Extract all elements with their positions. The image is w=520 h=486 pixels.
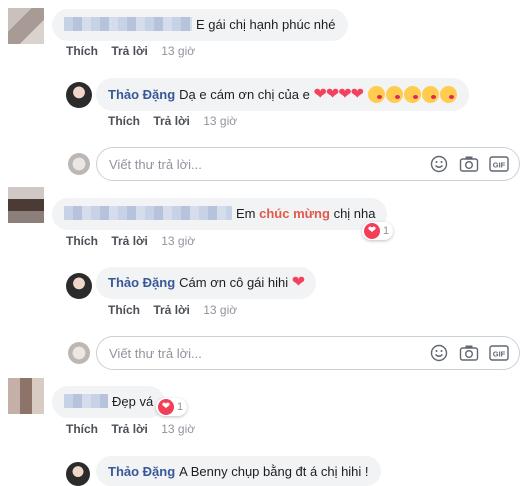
avatar[interactable] [8, 187, 44, 223]
like-link[interactable]: Thích [108, 303, 140, 317]
reaction-badge[interactable]: ❤ 1 [362, 222, 394, 240]
kiss-face-icon [403, 86, 421, 103]
comment-bubble: Đẹp vá [52, 386, 166, 418]
reply-2 [66, 273, 92, 299]
avatar[interactable] [8, 378, 44, 414]
heart-icon: ❤ [158, 399, 174, 415]
reaction-count: 1 [177, 401, 184, 413]
gif-icon[interactable]: GIF [489, 343, 509, 363]
author-name[interactable]: Thảo Đặng [108, 464, 175, 479]
timestamp[interactable]: 13 giờ [161, 44, 195, 58]
comment-text: Cám ơn cô gái hihi [179, 275, 289, 290]
reply-tools: GIF [429, 343, 519, 363]
heart-icon: ❤ [291, 274, 305, 291]
reply-link[interactable]: Trả lời [111, 44, 148, 58]
comment-3 [8, 378, 44, 414]
comment-1 [8, 8, 44, 44]
timestamp[interactable]: 13 giờ [161, 422, 195, 436]
author-name[interactable]: Thảo Đặng [108, 275, 175, 290]
avatar [68, 153, 90, 175]
like-link[interactable]: Thích [66, 44, 98, 58]
gif-icon[interactable]: GIF [489, 154, 509, 174]
comment-actions: Thích Trả lời 13 giờ [66, 422, 205, 436]
comment-text: Đẹp vá [112, 394, 154, 409]
kiss-face-icon [385, 86, 403, 103]
like-link[interactable]: Thích [66, 234, 98, 248]
comment-bubble: Thảo Đặng Cám ơn cô gái hihi ❤ [96, 267, 317, 299]
author-name[interactable]: Thảo Đặng [108, 87, 175, 102]
avatar[interactable] [66, 82, 92, 108]
comment-actions: Thích Trả lời 13 giờ [66, 234, 205, 248]
comment-text: E gái chị hạnh phúc nhé [196, 17, 336, 32]
comment-3-body: Đẹp vá [52, 386, 166, 418]
comment-actions: Thích Trả lời 13 giờ [66, 44, 205, 58]
svg-text:GIF: GIF [493, 161, 506, 170]
like-link[interactable]: Thích [66, 422, 98, 436]
blurred-author-name[interactable] [64, 394, 108, 408]
comment-actions: Thích Trả lời 13 giờ [108, 114, 247, 128]
avatar[interactable] [8, 8, 44, 44]
reply-1-body: Thảo Đặng Dạ e cám ơn chị của e ❤❤❤❤ [96, 78, 469, 111]
reply-1 [66, 82, 92, 108]
blurred-author-name[interactable] [64, 206, 232, 220]
comment-bubble: E gái chị hạnh phúc nhé [52, 9, 348, 41]
comment-2 [8, 187, 44, 223]
comment-text-suffix: chị nha [333, 206, 376, 221]
comment-text: A Benny chụp bằng đt á chị hihi ! [179, 464, 369, 479]
comment-text-prefix: Em [236, 206, 256, 221]
comment-bubble: Thảo Đặng Dạ e cám ơn chị của e ❤❤❤❤ [96, 78, 469, 111]
reply-box[interactable]: GIF [96, 147, 520, 181]
heart-icon: ❤ [364, 223, 380, 239]
camera-icon[interactable] [459, 343, 479, 363]
comment-text: Dạ e cám ơn chị của e [179, 87, 310, 102]
comment-2-body: Em chúc mừng chị nha [52, 198, 388, 230]
reply-link[interactable]: Trả lời [153, 114, 190, 128]
timestamp[interactable]: 13 giờ [203, 303, 237, 317]
avatar[interactable] [66, 462, 90, 486]
emoji-icon[interactable] [429, 154, 449, 174]
reply-link[interactable]: Trả lời [111, 422, 148, 436]
like-link[interactable]: Thích [108, 114, 140, 128]
timestamp[interactable]: 13 giờ [203, 114, 237, 128]
reply-link[interactable]: Trả lời [153, 303, 190, 317]
timestamp[interactable]: 13 giờ [161, 234, 195, 248]
comment-1-body: E gái chị hạnh phúc nhé [52, 9, 348, 41]
reply-input[interactable] [109, 156, 429, 172]
reply-3-body: Thảo Đặng A Benny chụp bằng đt á chị hihi… [96, 456, 381, 486]
kiss-face-icon [421, 86, 439, 103]
reply-input[interactable] [109, 345, 429, 361]
comment-text-highlight: chúc mừng [259, 206, 330, 221]
reply-tools: GIF [429, 154, 519, 174]
reply-3 [66, 462, 90, 486]
reply-box[interactable]: GIF [96, 336, 520, 370]
comment-bubble: Thảo Đặng A Benny chụp bằng đt á chị hihi… [96, 456, 381, 486]
reaction-count: 1 [383, 225, 390, 237]
svg-text:GIF: GIF [493, 350, 506, 359]
camera-icon[interactable] [459, 154, 479, 174]
reaction-badge[interactable]: ❤ 1 [156, 398, 188, 416]
kiss-face-icon [367, 86, 385, 103]
blurred-author-name[interactable] [64, 17, 192, 31]
avatar[interactable] [66, 273, 92, 299]
reply-2-body: Thảo Đặng Cám ơn cô gái hihi ❤ [96, 267, 317, 299]
avatar [68, 342, 90, 364]
reply-link[interactable]: Trả lời [111, 234, 148, 248]
comment-actions: Thích Trả lời 13 giờ [108, 303, 247, 317]
heart-icon: ❤❤❤❤ [313, 86, 364, 103]
emoji-icon[interactable] [429, 343, 449, 363]
kiss-face-icon [439, 86, 457, 103]
comment-bubble: Em chúc mừng chị nha [52, 198, 388, 230]
